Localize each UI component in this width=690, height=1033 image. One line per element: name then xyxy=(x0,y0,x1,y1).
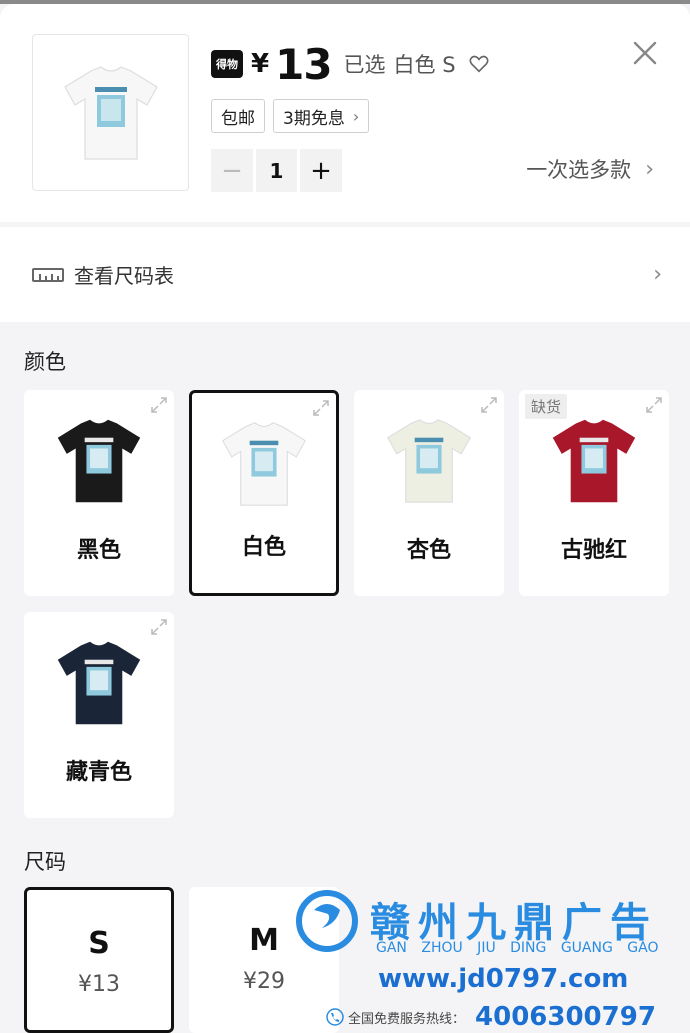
size-chart-row[interactable]: 查看尺码表 › xyxy=(0,227,690,322)
price-row: 得物 ¥ 13 已选 白色 S xyxy=(211,39,490,89)
heart-icon[interactable] xyxy=(468,53,490,75)
tshirt-icon xyxy=(387,419,471,503)
color-option-3[interactable]: 缺货古驰红 xyxy=(519,390,669,596)
dewu-badge-icon: 得物 xyxy=(211,50,243,78)
ruler-icon xyxy=(32,267,64,282)
size-option-s[interactable]: S ¥13 xyxy=(24,887,174,1033)
close-icon[interactable] xyxy=(630,38,660,68)
free-shipping-tag: 包邮 xyxy=(211,99,265,133)
decrease-button[interactable]: − xyxy=(211,149,253,192)
color-label: 古驰红 xyxy=(560,538,627,563)
watermark: 赣州九鼎广告 GAN ZHOU JIU DING GUANG GAO www.j… xyxy=(296,890,686,1033)
chevron-right-icon: › xyxy=(653,262,662,287)
chevron-right-icon: › xyxy=(645,156,654,182)
tag-label: 包邮 xyxy=(221,108,255,129)
expand-icon[interactable] xyxy=(150,396,168,414)
watermark-pinyin: GAN ZHOU JIU DING GUANG GAO xyxy=(376,940,659,956)
tshirt-icon xyxy=(222,422,306,506)
out-of-stock-badge: 缺货 xyxy=(525,394,568,419)
expand-icon[interactable] xyxy=(645,396,663,414)
multi-select-label: 一次选多款 xyxy=(526,158,632,182)
phone-icon xyxy=(326,1008,344,1026)
selected-prefix: 已选 xyxy=(343,53,386,77)
size-label: S xyxy=(88,926,110,961)
color-section-title: 颜色 xyxy=(24,350,66,374)
color-label: 白色 xyxy=(241,535,286,560)
increase-button[interactable]: + xyxy=(300,149,342,192)
size-chart-label: 查看尺码表 xyxy=(74,264,174,288)
quantity-stepper: − 1 + xyxy=(211,149,342,192)
price-value: 13 xyxy=(275,39,332,89)
tag-label: 3期免息 xyxy=(283,108,345,129)
expand-icon[interactable] xyxy=(150,618,168,636)
color-option-1[interactable]: 白色 xyxy=(189,390,339,596)
tshirt-icon xyxy=(57,641,141,725)
color-option-4[interactable]: 藏青色 xyxy=(24,612,174,818)
product-thumbnail[interactable] xyxy=(32,34,189,191)
color-label: 杏色 xyxy=(406,538,451,563)
multi-select-button[interactable]: 一次选多款 › xyxy=(526,154,654,184)
currency-symbol: ¥ xyxy=(251,49,270,79)
sku-sheet: 得物 ¥ 13 已选 白色 S 包邮 3期免息 › − 1 + 一次选多款 › … xyxy=(0,4,690,1033)
color-option-0[interactable]: 黑色 xyxy=(24,390,174,596)
tshirt-icon xyxy=(63,65,158,160)
installment-tag[interactable]: 3期免息 › xyxy=(273,99,370,133)
watermark-url: www.jd0797.com xyxy=(378,964,629,994)
expand-icon[interactable] xyxy=(480,396,498,414)
tshirt-icon xyxy=(552,419,636,503)
color-option-2[interactable]: 杏色 xyxy=(354,390,504,596)
color-label: 藏青色 xyxy=(65,760,132,785)
hotline-label: 全国免费服务热线： xyxy=(348,1011,466,1027)
watermark-logo-icon xyxy=(296,890,358,952)
expand-icon[interactable] xyxy=(312,399,330,417)
sku-header: 得物 ¥ 13 已选 白色 S 包邮 3期免息 › − 1 + 一次选多款 › xyxy=(0,4,690,222)
color-label: 黑色 xyxy=(76,538,121,563)
hotline-number: 4006300797 xyxy=(475,1002,656,1032)
tshirt-icon xyxy=(57,419,141,503)
chevron-right-icon: › xyxy=(352,106,360,126)
size-section-title: 尺码 xyxy=(24,850,66,874)
selected-variant: 白色 S xyxy=(393,53,456,77)
watermark-hotline: 全国免费服务热线： 4006300797 xyxy=(326,1002,656,1032)
size-price: ¥13 xyxy=(78,972,120,997)
tag-list: 包邮 3期免息 › xyxy=(211,99,370,133)
quantity-value[interactable]: 1 xyxy=(256,149,297,192)
